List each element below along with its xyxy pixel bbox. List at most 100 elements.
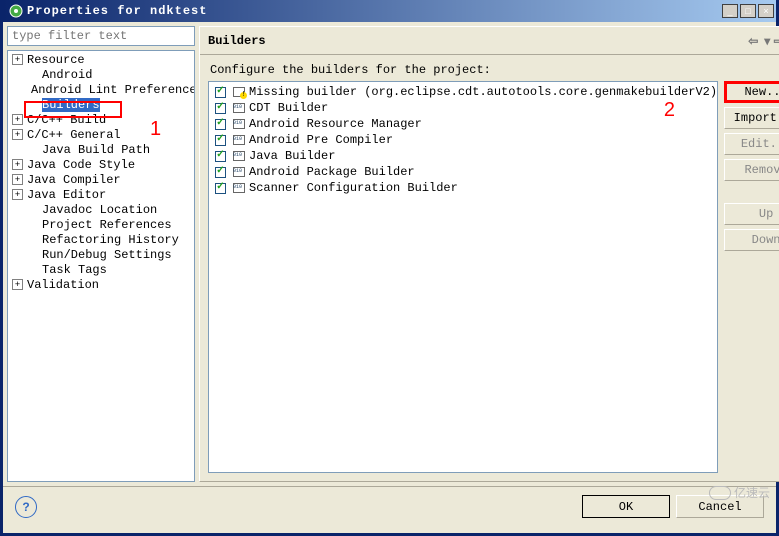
filter-input[interactable] <box>7 26 195 46</box>
import-button[interactable]: Import... <box>724 107 779 129</box>
expand-icon[interactable]: + <box>12 174 23 185</box>
expand-icon <box>27 249 38 260</box>
checkbox[interactable]: ✓ <box>215 119 226 130</box>
checkbox[interactable]: ✓ <box>215 167 226 178</box>
builder-row[interactable]: ✓ Android Pre Compiler <box>209 132 717 148</box>
tree-node[interactable]: Android <box>8 67 194 82</box>
tree-label: Validation <box>27 278 99 292</box>
tree-label: C/C++ Build <box>27 113 106 127</box>
expand-icon <box>27 99 38 110</box>
tree-node[interactable]: + Java Compiler <box>8 172 194 187</box>
tree-label: Run/Debug Settings <box>42 248 172 262</box>
forward-icon[interactable]: ▾ ⇨ ▾ <box>764 34 779 48</box>
builder-label: Android Pre Compiler <box>249 133 393 147</box>
builder-label: Scanner Configuration Builder <box>249 181 458 195</box>
checkbox[interactable]: ✓ <box>215 103 226 114</box>
help-icon[interactable]: ? <box>15 496 37 518</box>
tree-node[interactable]: + Java Editor <box>8 187 194 202</box>
expand-icon <box>27 204 38 215</box>
tree-label: Java Code Style <box>27 158 135 172</box>
titlebar[interactable]: Properties for ndktest _ □ × <box>3 0 776 22</box>
down-button: Down <box>724 229 779 251</box>
expand-icon <box>27 219 38 230</box>
expand-icon <box>27 234 38 245</box>
expand-icon[interactable]: + <box>12 114 23 125</box>
builder-icon <box>232 166 246 178</box>
expand-icon[interactable]: + <box>12 54 23 65</box>
checkbox[interactable]: ✓ <box>215 135 226 146</box>
tree-label: Resource <box>27 53 85 67</box>
tree-label: Refactoring History <box>42 233 179 247</box>
tree-label: Android <box>42 68 92 82</box>
builder-icon <box>232 86 246 98</box>
expand-icon[interactable]: + <box>12 279 23 290</box>
builder-icon <box>232 134 246 146</box>
tree-label: Task Tags <box>42 263 107 277</box>
tree-node[interactable]: Javadoc Location <box>8 202 194 217</box>
builder-label: Android Package Builder <box>249 165 415 179</box>
panel-title: Builders <box>208 34 266 48</box>
tree-label: Javadoc Location <box>42 203 157 217</box>
new-button[interactable]: New... <box>724 81 779 103</box>
builder-icon <box>232 102 246 114</box>
builder-row[interactable]: ✓ Android Resource Manager <box>209 116 717 132</box>
minimize-button[interactable]: _ <box>722 4 738 18</box>
tree-label: Java Editor <box>27 188 106 202</box>
expand-icon[interactable]: + <box>12 189 23 200</box>
expand-icon <box>27 69 38 80</box>
tree-label: Java Compiler <box>27 173 121 187</box>
expand-icon[interactable]: + <box>12 159 23 170</box>
checkbox[interactable]: ✓ <box>215 151 226 162</box>
expand-icon[interactable]: + <box>12 129 23 140</box>
builder-icon <box>232 118 246 130</box>
builder-icon <box>232 150 246 162</box>
tree-node[interactable]: + Validation <box>8 277 194 292</box>
panel-subtitle: Configure the builders for the project: <box>200 55 779 81</box>
tree-label: Android Lint Preferences <box>31 83 195 97</box>
close-button[interactable]: × <box>758 4 774 18</box>
back-icon[interactable]: ⇦ <box>748 34 758 48</box>
builders-list[interactable]: ✓ Missing builder (org.eclipse.cdt.autoto… <box>208 81 718 473</box>
watermark: 亿速云 <box>709 484 770 501</box>
builder-label: Missing builder (org.eclipse.cdt.autotoo… <box>249 85 717 99</box>
footer: ? OK Cancel <box>3 486 776 526</box>
tree-label: Builders <box>42 98 100 112</box>
tree-node[interactable]: Builders <box>8 97 194 112</box>
builder-label: Android Resource Manager <box>249 117 422 131</box>
tree-node[interactable]: Android Lint Preferences <box>8 82 194 97</box>
main-panel: Builders ⇦ ▾ ⇨ ▾ ▾ Configure the builder… <box>199 26 779 482</box>
annotation-label-2: 2 <box>664 99 675 122</box>
builder-row[interactable]: ✓ Scanner Configuration Builder <box>209 180 717 196</box>
builder-row[interactable]: ✓ Missing builder (org.eclipse.cdt.autoto… <box>209 84 717 100</box>
checkbox[interactable]: ✓ <box>215 87 226 98</box>
tree-node[interactable]: + Java Code Style <box>8 157 194 172</box>
window-title: Properties for ndktest <box>27 4 722 18</box>
annotation-label-1: 1 <box>150 118 161 141</box>
tree-label: C/C++ General <box>27 128 121 142</box>
builder-label: Java Builder <box>249 149 335 163</box>
builder-label: CDT Builder <box>249 101 328 115</box>
tree-node[interactable]: Java Build Path <box>8 142 194 157</box>
expand-icon <box>27 264 38 275</box>
builder-icon <box>232 182 246 194</box>
builder-row[interactable]: ✓ Android Package Builder <box>209 164 717 180</box>
remove-button: Remove <box>724 159 779 181</box>
builder-row[interactable]: ✓ CDT Builder <box>209 100 717 116</box>
tree-node[interactable]: + C/C++ General <box>8 127 194 142</box>
ok-button[interactable]: OK <box>582 495 670 518</box>
tree-node[interactable]: Task Tags <box>8 262 194 277</box>
checkbox[interactable]: ✓ <box>215 183 226 194</box>
tree-node[interactable]: Refactoring History <box>8 232 194 247</box>
tree-label: Project References <box>42 218 172 232</box>
maximize-button[interactable]: □ <box>740 4 756 18</box>
expand-icon <box>27 144 38 155</box>
tree-node[interactable]: + C/C++ Build <box>8 112 194 127</box>
tree-node[interactable]: Run/Debug Settings <box>8 247 194 262</box>
category-tree[interactable]: + ResourceAndroidAndroid Lint Preferences… <box>7 50 195 482</box>
builder-row[interactable]: ✓ Java Builder <box>209 148 717 164</box>
tree-node[interactable]: Project References <box>8 217 194 232</box>
sidebar: + ResourceAndroidAndroid Lint Preferences… <box>7 26 195 482</box>
app-icon <box>9 4 23 18</box>
edit-button: Edit... <box>724 133 779 155</box>
tree-node[interactable]: + Resource <box>8 52 194 67</box>
